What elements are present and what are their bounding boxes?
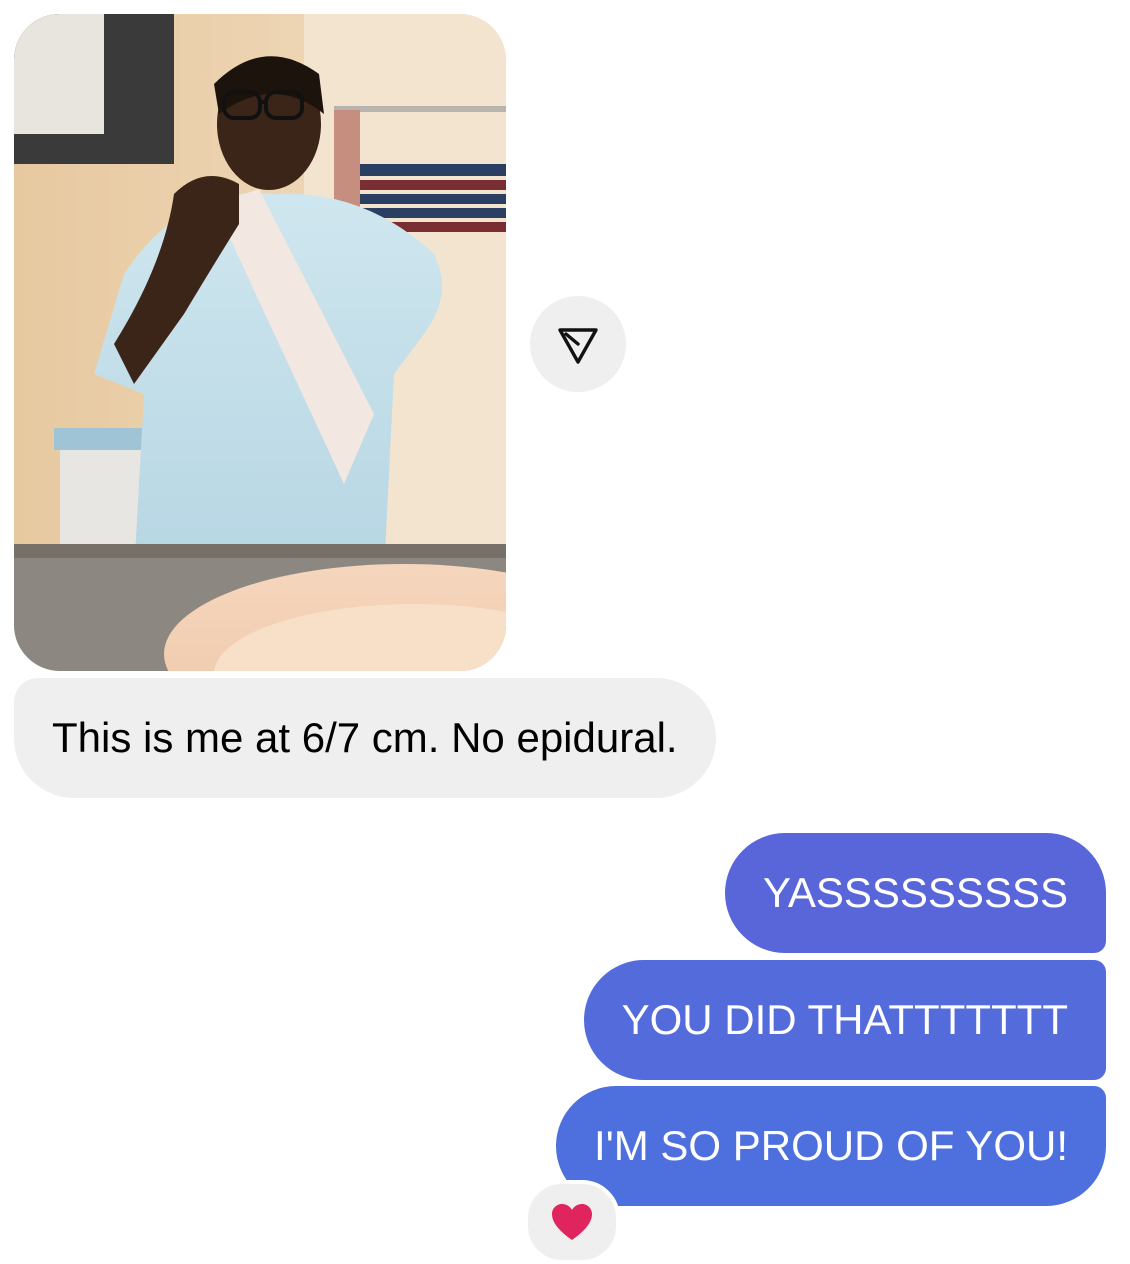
message-photo[interactable] <box>14 14 506 671</box>
outgoing-message-text: I'M SO PROUD OF YOU! <box>594 1122 1068 1169</box>
outgoing-message-text: YASSSSSSSSS <box>762 869 1068 916</box>
paper-plane-icon <box>558 328 598 364</box>
incoming-message-text: This is me at 6/7 cm. No epidural. <box>52 714 678 761</box>
outgoing-message[interactable]: YOU DID THATTTTTTT <box>583 960 1106 1080</box>
outgoing-message[interactable]: I'M SO PROUD OF YOU! <box>556 1086 1106 1206</box>
reaction-badge[interactable] <box>524 1180 620 1264</box>
photo-image <box>14 14 506 671</box>
outgoing-message-text: YOU DID THATTTTTTT <box>621 996 1068 1043</box>
share-button[interactable] <box>530 296 626 392</box>
incoming-message[interactable]: This is me at 6/7 cm. No epidural. <box>14 678 716 798</box>
outgoing-message[interactable]: YASSSSSSSSS <box>724 833 1106 953</box>
red-heart-icon <box>552 1204 592 1240</box>
